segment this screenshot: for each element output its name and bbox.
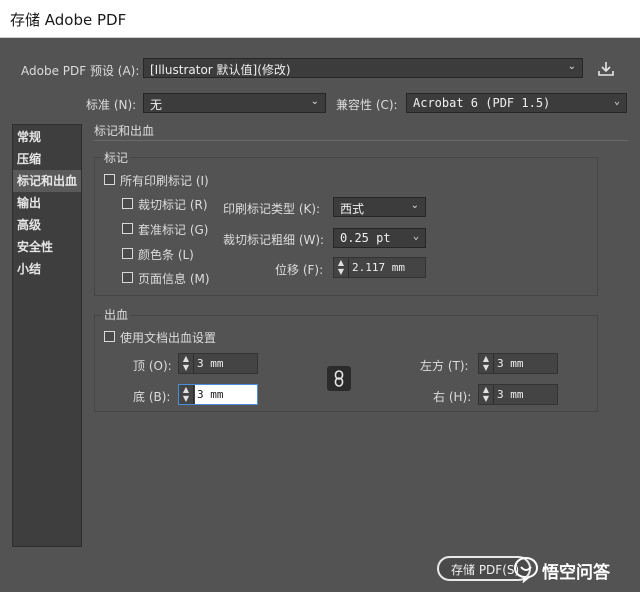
sidebar-item-advanced[interactable]: 高级: [13, 214, 81, 236]
registration-marks-label: 套准标记 (G): [138, 223, 209, 237]
registration-marks-checkbox[interactable]: [122, 223, 133, 234]
standard-dropdown[interactable]: 无 ⌄: [143, 93, 326, 113]
bleed-right-label: 右 (H):: [433, 390, 472, 404]
panel-divider: [94, 140, 628, 141]
sidebar-item-compression[interactable]: 压缩: [13, 148, 81, 170]
chevron-down-icon: ⌄: [310, 96, 319, 107]
use-doc-bleed-label: 使用文档出血设置: [120, 331, 217, 345]
preset-value: [Illustrator 默认值](修改): [150, 63, 291, 77]
compat-label: 兼容性 (C):: [336, 98, 398, 112]
compat-value: Acrobat 6 (PDF 1.5): [413, 96, 551, 110]
bleed-bottom-stepper[interactable]: ▲ ▼ 3 mm: [178, 384, 258, 405]
chevron-down-icon: ⌄: [410, 200, 419, 211]
printer-marks-type-dropdown[interactable]: 西式 ⌄: [333, 197, 426, 217]
sidebar-item-output[interactable]: 输出: [13, 192, 81, 214]
bleed-left-stepper[interactable]: ▲ ▼ 3 mm: [478, 353, 558, 374]
offset-label: 位移 (F):: [275, 263, 324, 277]
stepper-arrows-icon[interactable]: ▲ ▼: [479, 354, 494, 373]
offset-value: 2.117 mm: [352, 261, 405, 274]
color-bars-label: 颜色条 (L): [138, 248, 194, 262]
printer-marks-type-value: 西式: [340, 202, 365, 216]
use-doc-bleed-checkbox[interactable]: [104, 331, 115, 342]
watermark-text: 悟空问答: [542, 563, 610, 583]
chevron-down-icon: ⌄: [567, 61, 576, 72]
sidebar-item-security[interactable]: 安全性: [13, 236, 81, 258]
all-marks-checkbox[interactable]: [104, 174, 115, 185]
bleed-right-stepper[interactable]: ▲ ▼ 3 mm: [478, 384, 558, 405]
color-bars-checkbox[interactable]: [122, 248, 133, 259]
bleed-top-value: 3 mm: [197, 357, 224, 370]
stepper-arrows-icon[interactable]: ▲ ▼: [479, 385, 494, 404]
page-info-checkbox[interactable]: [122, 272, 133, 283]
marks-group-title: 标记: [102, 149, 131, 166]
sidebar: 常规 压缩 标记和出血 输出 高级 安全性 小结: [12, 124, 82, 547]
stepper-arrows-icon[interactable]: ▲ ▼: [179, 354, 194, 373]
compat-dropdown[interactable]: Acrobat 6 (PDF 1.5) ⌄: [406, 93, 627, 113]
save-preset-icon[interactable]: [597, 60, 615, 78]
all-marks-label: 所有印刷标记 (I): [120, 174, 209, 188]
bleed-bottom-value[interactable]: 3 mm: [197, 388, 224, 401]
stepper-arrows-icon[interactable]: ▲ ▼: [179, 385, 194, 404]
trim-marks-checkbox[interactable]: [122, 198, 133, 209]
sidebar-item-summary[interactable]: 小结: [13, 258, 81, 280]
page-info-label: 页面信息 (M): [138, 272, 210, 286]
bleed-left-label: 左方 (T):: [420, 359, 469, 373]
panel-title: 标记和出血: [94, 124, 155, 138]
printer-marks-type-label: 印刷标记类型 (K):: [223, 202, 321, 216]
chevron-down-icon: ⌄: [412, 231, 419, 242]
title-bar: 存储 Adobe PDF: [0, 0, 640, 38]
sidebar-item-general[interactable]: 常规: [13, 126, 81, 148]
bleed-left-value: 3 mm: [497, 357, 524, 370]
trim-weight-label: 裁切标记粗细 (W):: [223, 233, 325, 247]
bleed-right-value: 3 mm: [497, 388, 524, 401]
preset-dropdown[interactable]: [Illustrator 默认值](修改) ⌄: [143, 58, 583, 78]
bleeds-group-title: 出血: [102, 306, 131, 323]
standard-value: 无: [150, 98, 163, 112]
trim-weight-value: 0.25 pt: [340, 231, 391, 245]
offset-stepper[interactable]: ▲ ▼ 2.117 mm: [333, 257, 426, 278]
preset-label: Adobe PDF 预设 (A):: [21, 64, 140, 78]
window-title: 存储 Adobe PDF: [10, 11, 127, 29]
trim-marks-label: 裁切标记 (R): [138, 198, 208, 212]
bleed-top-stepper[interactable]: ▲ ▼ 3 mm: [178, 353, 258, 374]
watermark-logo: 悟空问答: [512, 554, 632, 584]
link-chain-icon[interactable]: [327, 366, 351, 391]
chevron-down-icon: ⌄: [613, 96, 620, 107]
bleed-top-label: 顶 (O):: [133, 359, 172, 373]
trim-weight-dropdown[interactable]: 0.25 pt ⌄: [333, 228, 426, 248]
stepper-arrows-icon[interactable]: ▲ ▼: [334, 258, 349, 277]
standard-label: 标准 (N):: [86, 98, 137, 112]
sidebar-item-marks-bleeds[interactable]: 标记和出血: [13, 170, 81, 192]
bleed-bottom-label: 底 (B):: [133, 390, 171, 404]
